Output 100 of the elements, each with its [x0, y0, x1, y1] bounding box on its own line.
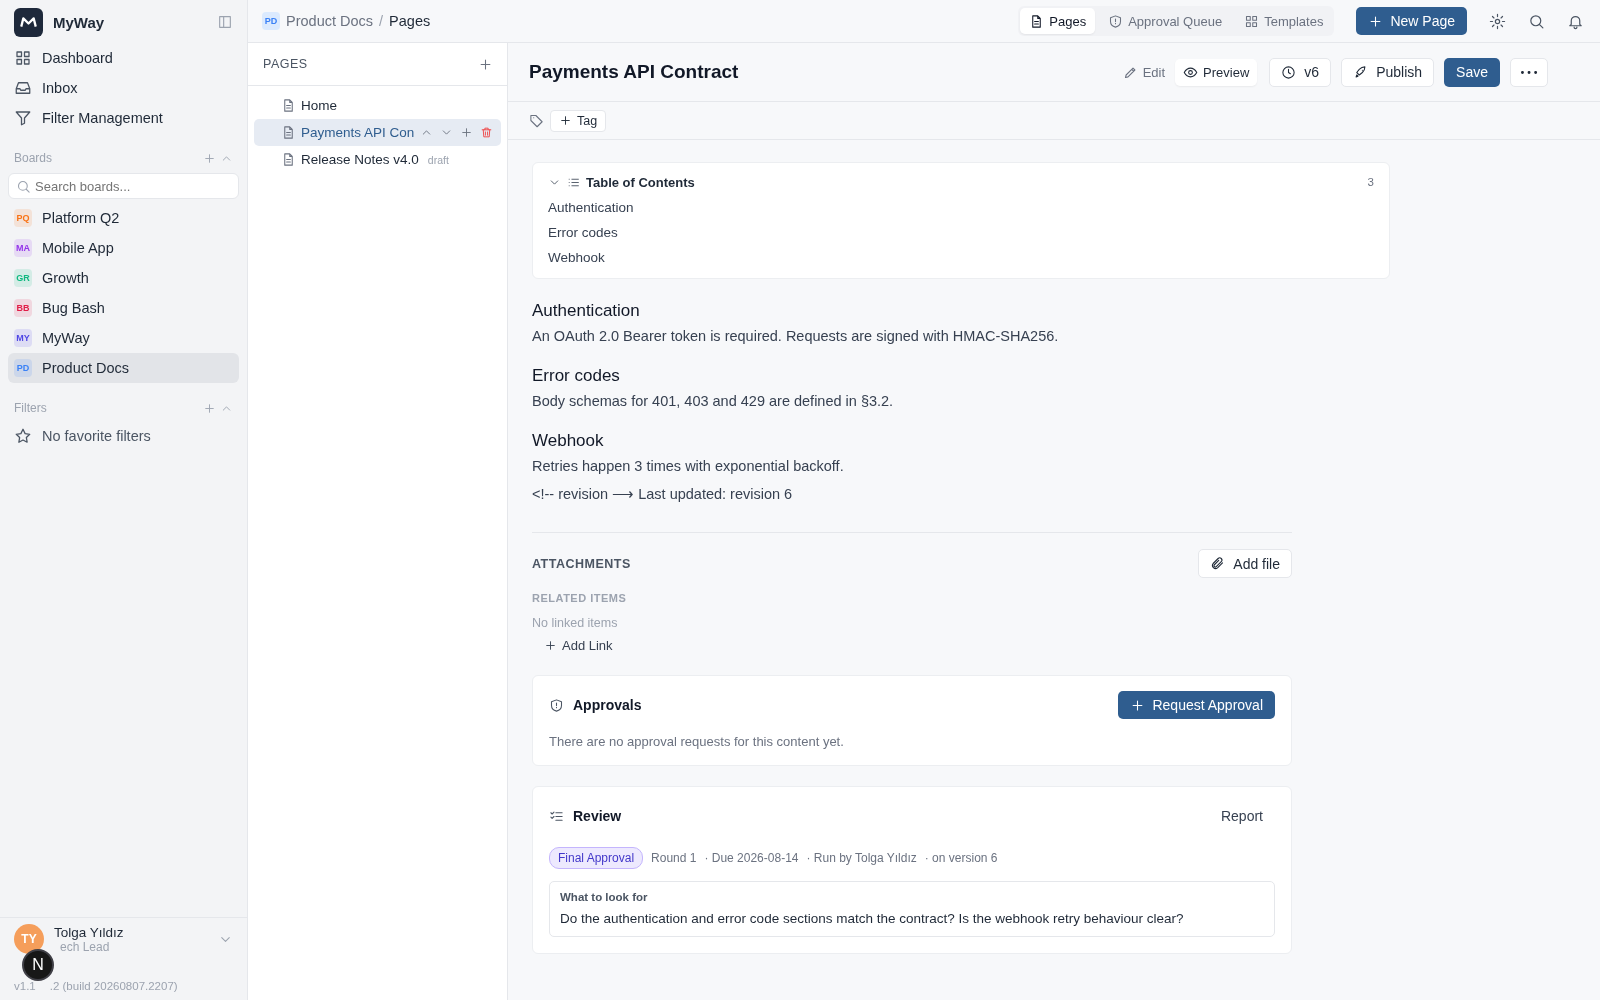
paragraph: An OAuth 2.0 Bearer token is required. Requests are signed with HMAC-SHA256. [532, 328, 1059, 344]
board-badge: PD [262, 12, 280, 30]
version-text: .2 (build 20260807.2207) [49, 980, 178, 992]
section-heading: Webhook [532, 431, 604, 451]
draft-label: draft [427, 153, 449, 166]
toc-link[interactable]: Error codes [548, 220, 618, 245]
filter-icon [14, 109, 32, 127]
dev-badge[interactable]: N [22, 949, 54, 981]
app-name: MyWay [53, 13, 106, 31]
tag-icon [529, 113, 544, 128]
add-file-button[interactable]: Add file [1198, 549, 1292, 578]
paragraph: Body schemas for 401, 403 and 429 are defined in §3.2. [532, 393, 894, 409]
breadcrumb-link[interactable]: Product Docs [286, 13, 374, 29]
empty-message: No favorite filters [42, 428, 151, 444]
board-item[interactable]: PQ Platform Q2 [8, 203, 239, 233]
more-button[interactable] [1510, 57, 1548, 87]
board-badge: PQ [14, 209, 32, 227]
page-title: Home [301, 98, 337, 113]
prompt-text: Do the authentication and error code sections match the contract? Is the webhook retry behaviour clear? [560, 911, 1185, 926]
board-item[interactable]: PD Product Docs [8, 353, 239, 383]
nav-item[interactable]: Filter Management [8, 103, 239, 133]
empty-message: There are no approval requests for this content yet. [549, 734, 844, 749]
user-name: Tolga Yıldız [54, 924, 125, 940]
document-icon [281, 125, 296, 140]
nav-item[interactable]: Inbox [8, 73, 239, 103]
board-badge: PD [14, 359, 32, 377]
sidebar-toggle-icon[interactable] [217, 14, 233, 30]
plus-icon [1130, 697, 1146, 713]
nav-item[interactable]: Dashboard [8, 43, 239, 73]
mode-button[interactable]: Preview [1175, 58, 1258, 86]
save-button[interactable]: Save [1444, 57, 1500, 87]
toc-link[interactable]: Authentication [548, 195, 634, 220]
document-icon [281, 152, 296, 167]
mode-button[interactable]: Edit [1114, 58, 1174, 86]
page-title: Payments API Contract [529, 61, 739, 83]
add-icon[interactable] [203, 151, 216, 165]
review-meta: · Run by Tolga Yıldız [806, 851, 917, 865]
plus-icon [1368, 13, 1384, 29]
section-heading: Boards [14, 151, 53, 165]
toc-title: Table of Contents [586, 174, 696, 190]
paragraph: <!-- revision ⟶ Last updated: revision 6 [532, 486, 793, 502]
section-heading: Filters [14, 401, 47, 415]
delete-icon[interactable] [480, 126, 493, 139]
plus-icon [544, 639, 557, 652]
tab[interactable]: Templates [1235, 8, 1333, 34]
eye-icon [1183, 64, 1199, 80]
add-icon[interactable] [460, 126, 473, 139]
request-approval-button[interactable]: Request Approval [1118, 691, 1275, 719]
grid-icon [1244, 13, 1260, 29]
section-heading: ATTACHMENTS [532, 556, 631, 571]
card-title: Review [573, 808, 623, 824]
toc-link[interactable]: Webhook [548, 245, 605, 270]
review-meta: · on version 6 [924, 851, 998, 865]
grid-icon [14, 49, 32, 67]
page-item[interactable]: Release Notes v4.0 draft [254, 146, 501, 173]
page-item[interactable]: Payments API Con [254, 119, 501, 146]
add-icon[interactable] [478, 56, 493, 72]
star-icon [14, 427, 32, 445]
section-heading: RELATED ITEMS [532, 592, 627, 604]
new-page-button[interactable]: New Page [1356, 7, 1467, 35]
card-title: Approvals [573, 697, 643, 713]
review-type-tag: Final Approval [549, 847, 644, 869]
tab[interactable]: Approval Queue [1099, 8, 1232, 34]
board-item[interactable]: MA Mobile App [8, 233, 239, 263]
more-icon [1521, 70, 1537, 74]
search-field[interactable]: Search boards... [8, 173, 239, 199]
search-icon[interactable] [1528, 12, 1545, 30]
board-badge: MY [14, 329, 32, 347]
version-button[interactable]: v6 [1269, 57, 1332, 87]
breadcrumb-current: Pages [389, 13, 431, 29]
board-item[interactable]: BB Bug Bash [8, 293, 239, 323]
shield-icon [549, 697, 564, 713]
page-item[interactable]: Home [254, 92, 501, 119]
settings-icon[interactable] [1489, 12, 1506, 30]
empty-message: No linked items [532, 616, 618, 630]
version-text: v1.1 [14, 980, 36, 992]
add-tag-button[interactable]: Tag [550, 109, 607, 132]
user-role: ech Lead [60, 939, 111, 954]
report-link[interactable]: Report [1220, 808, 1263, 824]
board-item[interactable]: GR Growth [8, 263, 239, 293]
shield-icon [1108, 13, 1124, 29]
page-title: Release Notes v4.0 [301, 152, 419, 167]
add-icon[interactable] [203, 401, 216, 415]
tab[interactable]: Pages [1020, 8, 1096, 34]
breadcrumb-separator: / [379, 13, 384, 29]
review-meta: · Due 2026-08-14 [704, 851, 799, 865]
review-meta: Round 1 [651, 851, 697, 865]
panel-heading: PAGES [263, 57, 308, 71]
toc-count: 3 [1367, 176, 1374, 188]
logo-icon [14, 7, 43, 37]
board-badge: BB [14, 299, 32, 317]
publish-button[interactable]: Publish [1341, 57, 1435, 87]
board-item[interactable]: MY MyWay [8, 323, 239, 353]
search-icon [16, 179, 31, 194]
add-link-button[interactable]: Add Link [544, 638, 613, 653]
clock-icon [1281, 64, 1297, 80]
board-badge: MA [14, 239, 32, 257]
board-badge: GR [14, 269, 32, 287]
section-heading: Error codes [532, 366, 620, 386]
plus-icon [559, 114, 572, 127]
